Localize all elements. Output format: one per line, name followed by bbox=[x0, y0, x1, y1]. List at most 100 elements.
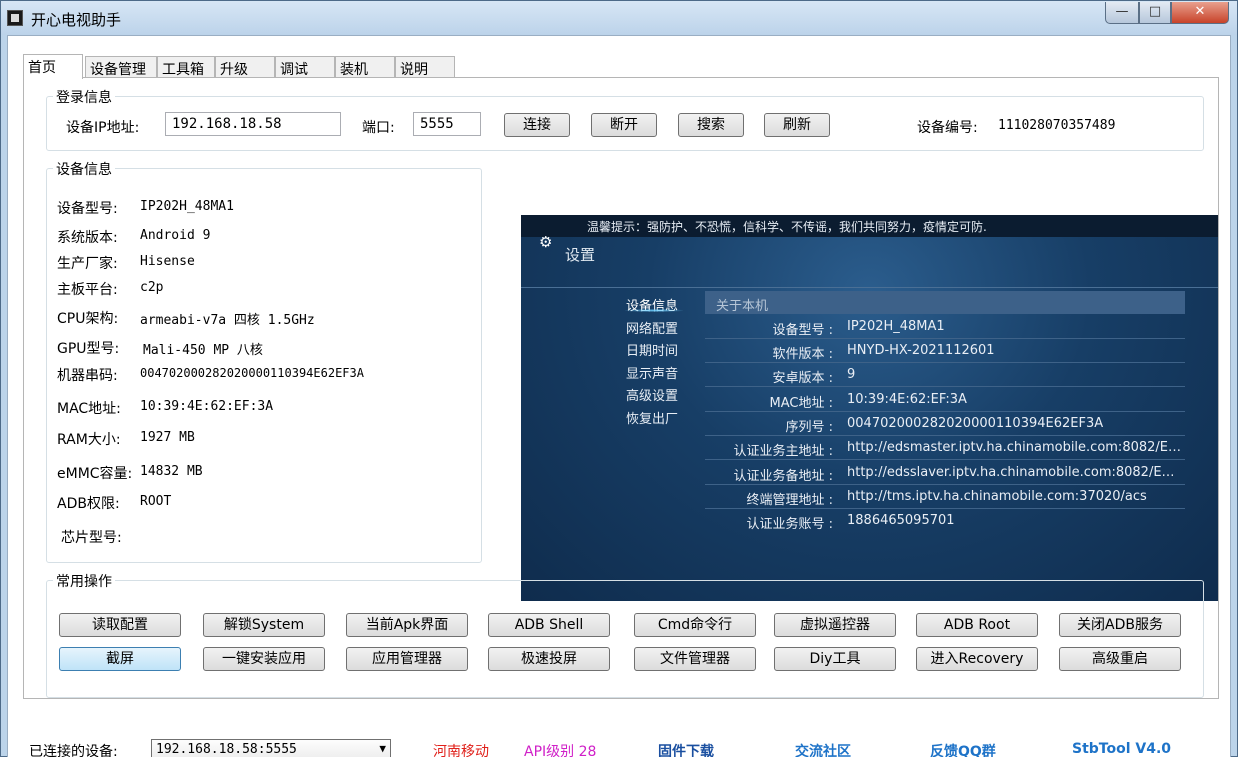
adb-shell-button[interactable]: ADB Shell bbox=[488, 613, 610, 637]
tab-toolbox[interactable]: 工具箱 bbox=[157, 56, 215, 78]
tv-row-value: http://edsslaver.iptv.ha.chinamobile.com… bbox=[847, 465, 1183, 480]
tv-menu-factory-reset: 恢复出厂 bbox=[626, 412, 679, 427]
info-value-adb: ROOT bbox=[140, 494, 172, 509]
info-label-platform: 主板平台: bbox=[57, 282, 118, 298]
tv-row-value: HNYD-HX-2021112601 bbox=[847, 343, 995, 358]
device-info-group-title: 设备信息 bbox=[53, 159, 115, 179]
search-button[interactable]: 搜索 bbox=[678, 113, 744, 137]
app-manager-button[interactable]: 应用管理器 bbox=[346, 647, 468, 671]
tv-row-key: 安卓版本 : bbox=[772, 371, 833, 386]
info-label-gpu: GPU型号: bbox=[57, 341, 120, 357]
tv-about-bar bbox=[705, 291, 1185, 314]
info-label-adb: ADB权限: bbox=[57, 496, 120, 512]
tab-device-management[interactable]: 设备管理 bbox=[85, 56, 157, 78]
tv-divider bbox=[521, 287, 1218, 288]
firmware-download-link[interactable]: 固件下载 bbox=[658, 741, 714, 757]
tab-home[interactable]: 首页 bbox=[23, 54, 83, 79]
tab-debug[interactable]: 调试 bbox=[275, 56, 335, 78]
tv-row: 认证业务账号 : 1886465095701 bbox=[705, 509, 1185, 533]
info-value-os: Android 9 bbox=[140, 228, 211, 243]
read-config-button[interactable]: 读取配置 bbox=[59, 613, 181, 637]
window-title: 开心电视助手 bbox=[31, 11, 122, 29]
maximize-button[interactable]: □ bbox=[1139, 2, 1171, 24]
info-value-model: IP202H_48MA1 bbox=[140, 199, 234, 214]
info-label-os: 系统版本: bbox=[57, 230, 118, 246]
tv-row-key: 终端管理地址 : bbox=[746, 493, 833, 508]
connected-device-value: 192.168.18.58:5555 bbox=[156, 742, 297, 757]
tv-row: 安卓版本 : 9 bbox=[705, 363, 1185, 387]
info-value-ram: 1927 MB bbox=[140, 430, 195, 445]
disconnect-button[interactable]: 断开 bbox=[591, 113, 657, 137]
adb-root-button[interactable]: ADB Root bbox=[916, 613, 1038, 637]
info-value-emmc: 14832 MB bbox=[140, 464, 203, 479]
version-label: StbTool V4.0 bbox=[1072, 741, 1172, 757]
tv-row: 终端管理地址 : http://tms.iptv.ha.chinamobile.c… bbox=[705, 485, 1185, 509]
tv-row-value: http://edsmaster.iptv.ha.chinamobile.com… bbox=[847, 440, 1183, 455]
tv-row-value: http://tms.iptv.ha.chinamobile.com:37020… bbox=[847, 489, 1147, 504]
file-manager-button[interactable]: 文件管理器 bbox=[634, 647, 756, 671]
gear-icon: ⚙ bbox=[539, 233, 553, 251]
tv-row-value: 10:39:4E:62:EF:3A bbox=[847, 392, 967, 407]
feedback-qq-link[interactable]: 反馈QQ群 bbox=[930, 741, 996, 757]
info-label-vendor: 生产厂家: bbox=[57, 256, 118, 272]
unlock-system-button[interactable]: 解锁System bbox=[203, 613, 325, 637]
virtual-remote-button[interactable]: 虚拟遥控器 bbox=[774, 613, 896, 637]
app-window: 开心电视助手 — □ ✕ 首页 设备管理 工具箱 升级 调试 装机 说明 登录信… bbox=[0, 0, 1238, 757]
connected-device-label: 已连接的设备: bbox=[29, 744, 118, 757]
info-label-serial: 机器串码: bbox=[57, 368, 118, 384]
community-link[interactable]: 交流社区 bbox=[795, 741, 851, 757]
tv-row-value: 9 bbox=[847, 367, 856, 382]
tab-upgrade[interactable]: 升级 bbox=[215, 56, 275, 78]
tab-help[interactable]: 说明 bbox=[395, 56, 455, 78]
tv-row-key: 认证业务主地址 : bbox=[733, 444, 833, 459]
advanced-reboot-button[interactable]: 高级重启 bbox=[1059, 647, 1181, 671]
tv-row-key: 软件版本 : bbox=[772, 347, 833, 362]
operations-group-title: 常用操作 bbox=[53, 571, 115, 591]
close-button[interactable]: ✕ bbox=[1171, 2, 1229, 24]
close-adb-button[interactable]: 关闭ADB服务 bbox=[1059, 613, 1181, 637]
ip-input[interactable] bbox=[165, 112, 341, 136]
cmd-button[interactable]: Cmd命令行 bbox=[634, 613, 756, 637]
tv-row-key: 认证业务账号 : bbox=[746, 517, 833, 532]
status-bar: 已连接的设备: 192.168.18.58:5555 ▼ 河南移动 API级别 … bbox=[8, 706, 1230, 757]
tv-row: MAC地址 : 10:39:4E:62:EF:3A bbox=[705, 388, 1185, 412]
info-label-model: 设备型号: bbox=[57, 201, 118, 217]
tv-settings-title: 设置 bbox=[565, 246, 596, 264]
connect-button[interactable]: 连接 bbox=[504, 113, 570, 137]
minimize-button[interactable]: — bbox=[1105, 2, 1139, 24]
tv-row-key: MAC地址 : bbox=[769, 396, 833, 411]
info-label-ram: RAM大小: bbox=[57, 432, 121, 448]
one-click-install-button[interactable]: 一键安装应用 bbox=[203, 647, 325, 671]
port-input[interactable] bbox=[413, 112, 481, 136]
tv-screen-preview: 温馨提示：强防护、不恐慌，信科学、不传谣，我们共同努力，疫情定可防. ⚙ 设置 … bbox=[521, 215, 1218, 601]
tv-row-key: 序列号 : bbox=[785, 420, 833, 435]
home-tab-panel: 登录信息 设备IP地址: 端口: 连接 断开 搜索 刷新 设备编号: 11102… bbox=[23, 77, 1219, 699]
current-apk-button[interactable]: 当前Apk界面 bbox=[346, 613, 468, 637]
app-icon bbox=[7, 10, 23, 26]
device-info-group: 设备信息 设备型号: IP202H_48MA1 系统版本: Android 9 … bbox=[46, 159, 482, 563]
tv-menu-highlight bbox=[625, 309, 683, 312]
info-label-chip: 芯片型号: bbox=[61, 530, 122, 546]
tv-row-value: 004702000282020000110394E62EF3A bbox=[847, 416, 1104, 431]
refresh-button[interactable]: 刷新 bbox=[764, 113, 830, 137]
info-value-gpu: Mali-450 MP 八核 bbox=[143, 343, 263, 358]
tv-row: 认证业务主地址 : http://edsmaster.iptv.ha.chinam… bbox=[705, 436, 1185, 460]
recovery-button[interactable]: 进入Recovery bbox=[916, 647, 1038, 671]
client-area: 首页 设备管理 工具箱 升级 调试 装机 说明 登录信息 设备IP地址: 端口:… bbox=[7, 35, 1231, 757]
login-group-title: 登录信息 bbox=[53, 87, 115, 107]
tv-about-label: 关于本机 bbox=[716, 299, 769, 314]
tv-row: 软件版本 : HNYD-HX-2021112601 bbox=[705, 339, 1185, 363]
tab-install[interactable]: 装机 bbox=[335, 56, 395, 78]
info-value-mac: 10:39:4E:62:EF:3A bbox=[140, 399, 274, 414]
device-id-label: 设备编号: bbox=[917, 120, 978, 136]
tv-row: 序列号 : 004702000282020000110394E62EF3A bbox=[705, 412, 1185, 436]
tv-row-key: 认证业务备地址 : bbox=[733, 469, 833, 484]
title-bar[interactable]: 开心电视助手 — □ ✕ bbox=[1, 1, 1237, 35]
diy-tools-button[interactable]: Diy工具 bbox=[774, 647, 896, 671]
connected-device-select[interactable]: 192.168.18.58:5555 ▼ bbox=[151, 739, 391, 757]
tv-menu-display-sound: 显示声音 bbox=[626, 367, 679, 382]
chevron-down-icon: ▼ bbox=[379, 742, 386, 755]
screenshot-button[interactable]: 截屏 bbox=[59, 647, 181, 671]
fast-cast-button[interactable]: 极速投屏 bbox=[488, 647, 610, 671]
tv-row: 设备型号 : IP202H_48MA1 bbox=[705, 315, 1185, 339]
